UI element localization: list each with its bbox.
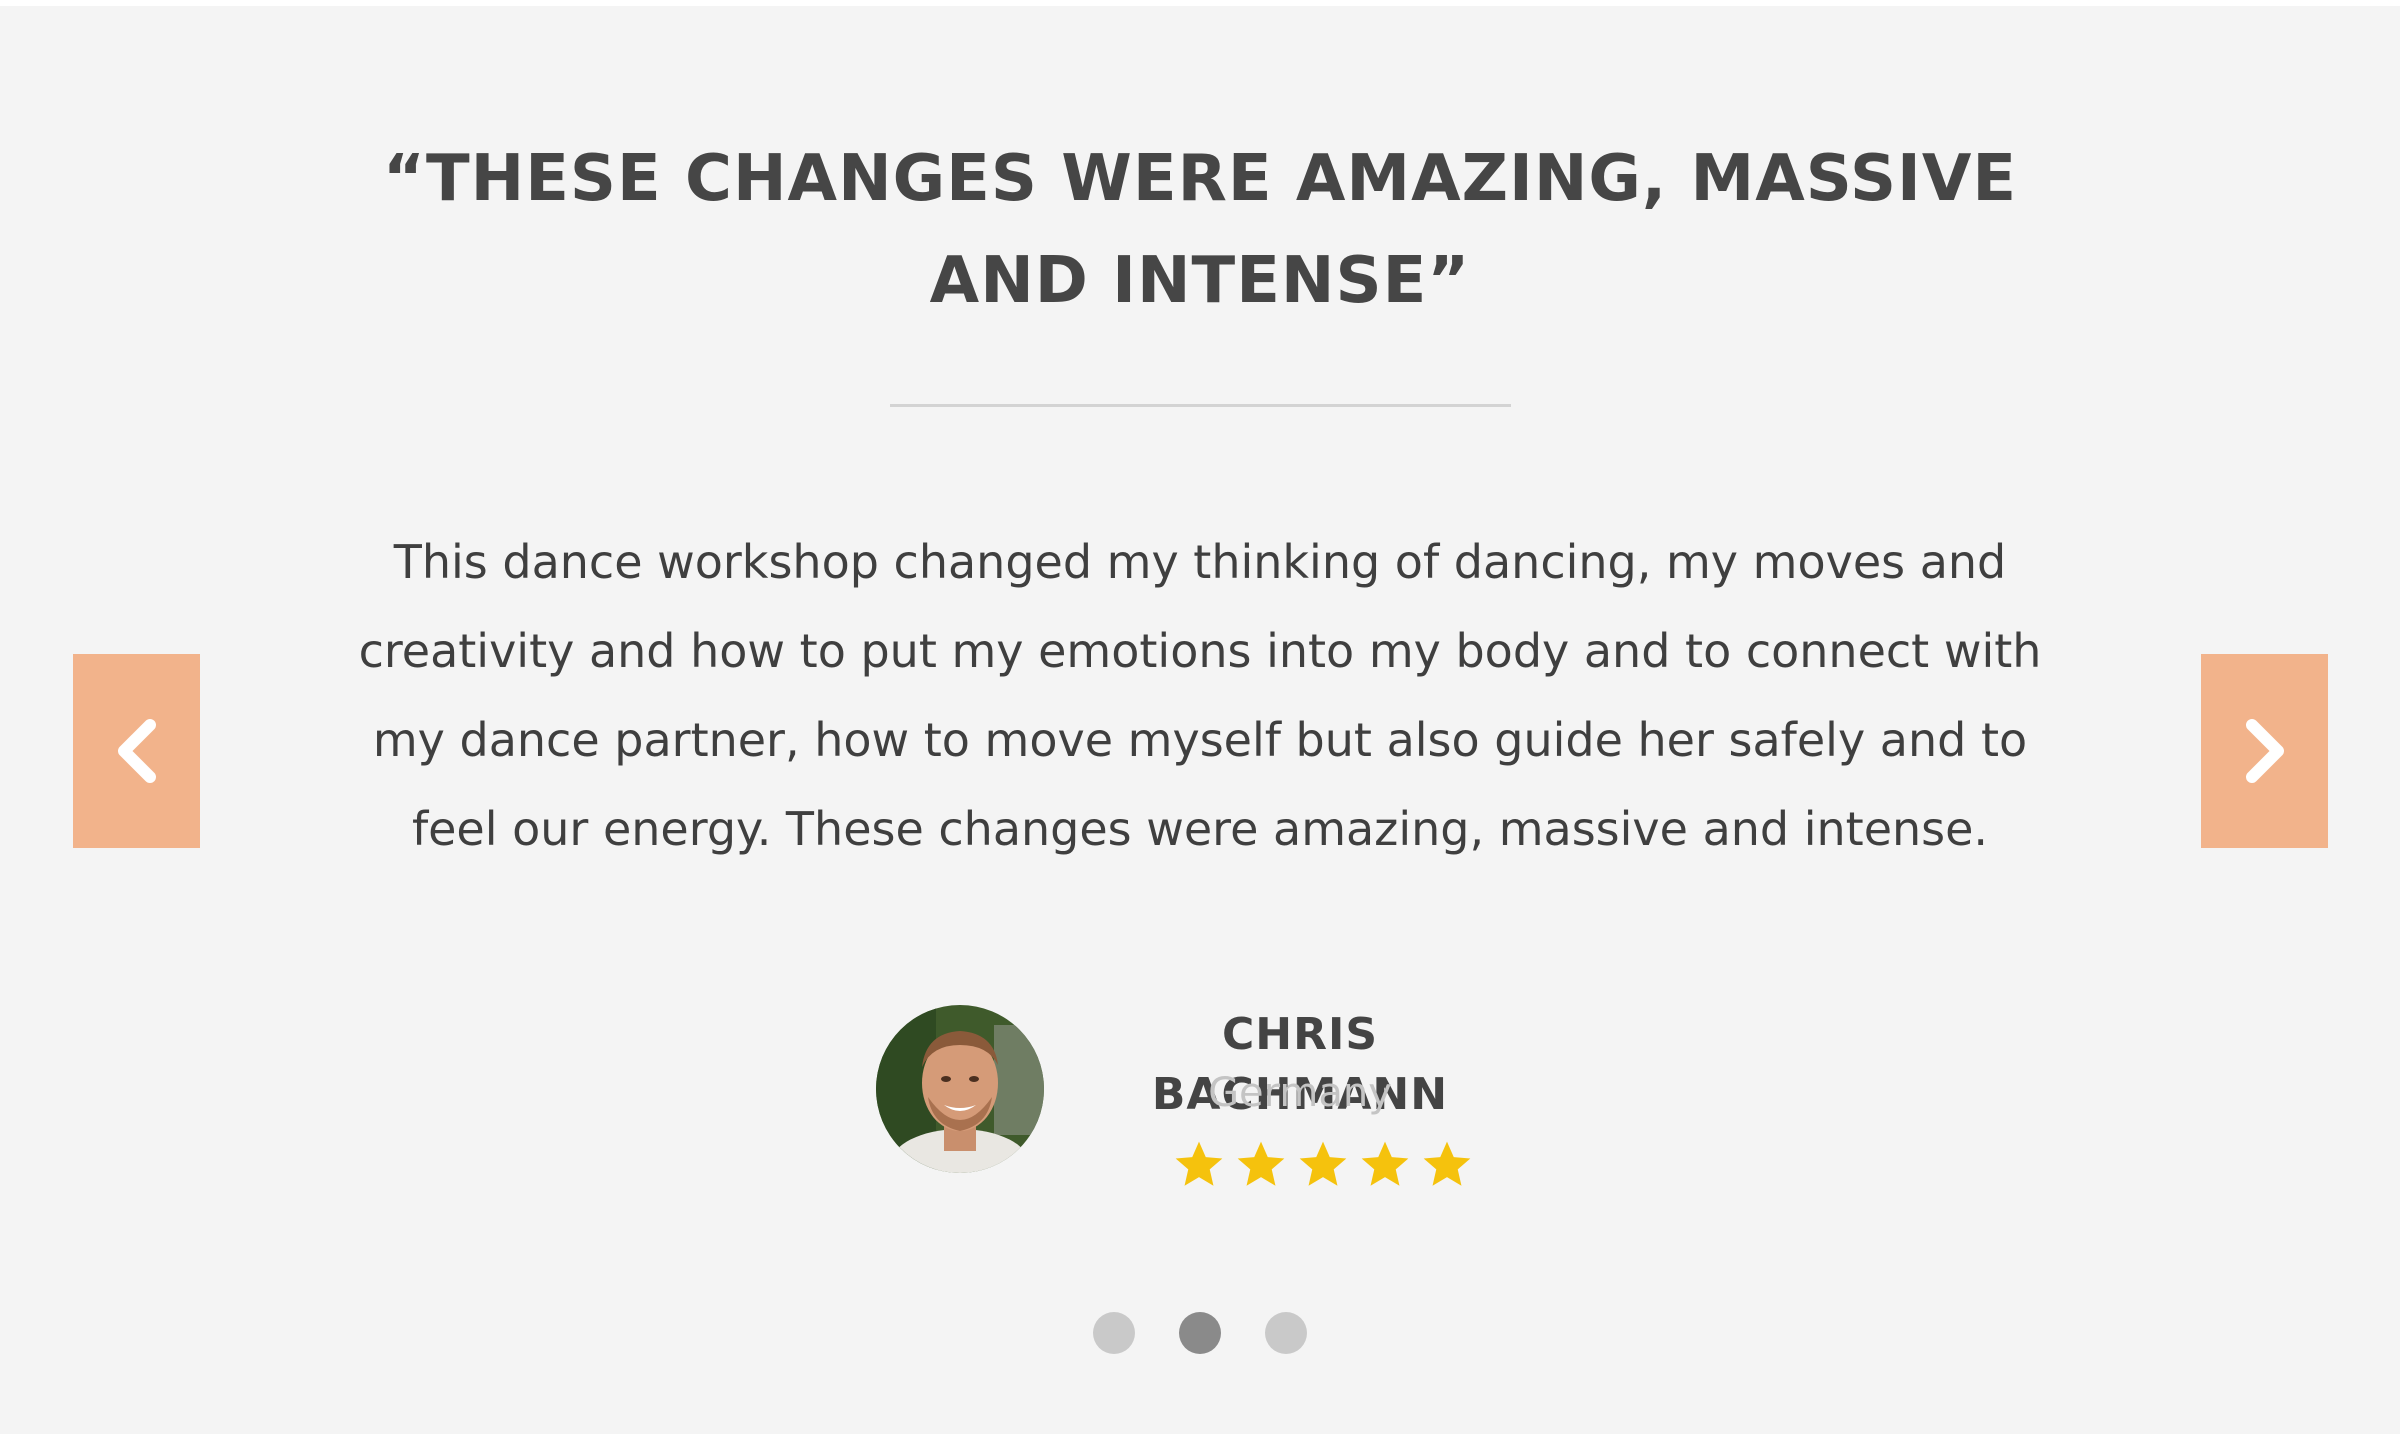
quote-line-4: feel our energy. These changes were amaz… xyxy=(411,802,1989,856)
slider-pagination xyxy=(1093,1312,1307,1354)
testimonial-quote: This dance workshop changed my thinking … xyxy=(300,518,2100,874)
next-slide-button[interactable] xyxy=(2201,654,2328,848)
testimonial-author: CHRIS BACHMANN Germany xyxy=(874,1005,1574,1205)
previous-slide-button[interactable] xyxy=(73,654,200,848)
author-country: Germany xyxy=(1208,1070,1392,1116)
chevron-right-icon xyxy=(2245,719,2284,783)
star-icon xyxy=(1237,1141,1285,1186)
headline-line-1: “THESE CHANGES WERE AMAZING, MASSIVE xyxy=(382,142,2018,216)
author-avatar xyxy=(876,1005,1044,1173)
chevron-left-icon xyxy=(117,719,156,783)
quote-line-2: creativity and how to put my emotions in… xyxy=(358,624,2042,678)
headline-line-2: AND INTENSE” xyxy=(929,244,1471,318)
pagination-dot[interactable] xyxy=(1093,1312,1135,1354)
testimonial-slider: “THESE CHANGES WERE AMAZING, MASSIVE AND… xyxy=(0,6,2400,1434)
star-rating xyxy=(1170,1137,1480,1193)
star-icon xyxy=(1361,1141,1409,1186)
quote-line-1: This dance workshop changed my thinking … xyxy=(393,535,2007,589)
star-icon xyxy=(1299,1141,1347,1186)
pagination-dot[interactable] xyxy=(1179,1312,1221,1354)
divider xyxy=(890,404,1511,407)
author-photo xyxy=(876,1005,1044,1173)
star-icon xyxy=(1423,1141,1471,1186)
star-icon xyxy=(1175,1141,1223,1186)
quote-line-3: my dance partner, how to move myself but… xyxy=(372,713,2028,767)
testimonial-headline: “THESE CHANGES WERE AMAZING, MASSIVE AND… xyxy=(300,128,2100,332)
pagination-dot[interactable] xyxy=(1265,1312,1307,1354)
